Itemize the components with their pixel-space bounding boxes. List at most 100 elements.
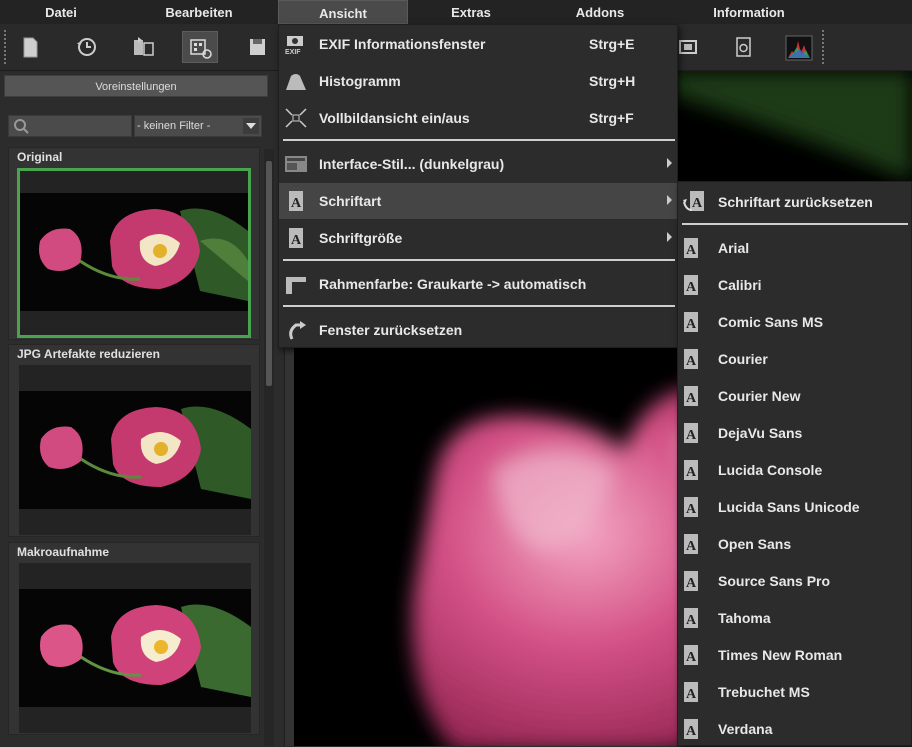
svg-text:A: A: [686, 465, 697, 480]
font-item[interactable]: A Tahoma: [678, 600, 911, 636]
save-icon: [250, 39, 265, 55]
save-button[interactable]: [240, 31, 276, 63]
menu-extras[interactable]: Extras: [411, 0, 531, 24]
reset-arrow-icon: [289, 321, 306, 340]
svg-text:A: A: [686, 391, 697, 406]
font-item[interactable]: A Arial: [678, 230, 911, 266]
histogram-button[interactable]: [780, 31, 816, 63]
font-item[interactable]: A Trebuchet MS: [678, 674, 911, 710]
compare-button[interactable]: [124, 31, 160, 63]
ansicht-dropdown-menu: EXIF EXIF Informationsfenster Strg+E His…: [278, 24, 678, 348]
menu-bearbeiten[interactable]: Bearbeiten: [139, 0, 259, 24]
menu-item-exif[interactable]: EXIF EXIF Informationsfenster Strg+E: [279, 26, 677, 62]
font-item[interactable]: A Lucida Sans Unicode: [678, 489, 911, 525]
menu-item-rahmenfarbe[interactable]: Rahmenfarbe: Graukarte -> automatisch: [279, 266, 677, 302]
font-item-label: Arial: [718, 240, 750, 256]
menu-addons[interactable]: Addons: [540, 0, 660, 24]
menu-item-schriftart[interactable]: A Schriftart: [279, 183, 677, 219]
font-icon: A: [684, 238, 698, 258]
toolbar-separator: [4, 30, 6, 64]
font-item-label: Lucida Console: [718, 462, 823, 478]
svg-text:A: A: [686, 354, 697, 369]
menu-information[interactable]: Information: [686, 0, 812, 24]
presets-icon: [190, 39, 212, 59]
svg-text:A: A: [686, 687, 697, 702]
frame-color-icon: [286, 277, 306, 294]
search-icon: [14, 119, 29, 134]
menu-item-fenster-zuruecksetzen[interactable]: Fenster zurücksetzen: [279, 312, 677, 348]
font-item[interactable]: A Source Sans Pro: [678, 563, 911, 599]
font-icon: A: [289, 191, 303, 211]
menu-item-shortcut: Strg+H: [589, 73, 636, 89]
font-item[interactable]: A Open Sans: [678, 526, 911, 562]
font-item-label: Courier: [718, 351, 768, 367]
font-icon: A: [684, 460, 698, 480]
menu-bar: Datei Bearbeiten Ansicht Extras Addons I…: [0, 0, 912, 25]
font-item[interactable]: A Courier New: [678, 378, 911, 414]
font-reset-icon: A: [683, 191, 704, 211]
chevron-down-icon: [243, 118, 259, 134]
font-reset-item[interactable]: A Schriftart zurücksetzen: [678, 184, 911, 220]
fullscreen-icon: [285, 108, 307, 128]
scrollbar-thumb[interactable]: [266, 161, 272, 386]
menu-item-label: Fenster zurücksetzen: [319, 322, 463, 338]
font-item-label: Verdana: [718, 721, 773, 737]
presets-header-button[interactable]: Voreinstellungen: [4, 75, 268, 97]
font-icon: A: [684, 608, 698, 628]
presets-button-toolbar[interactable]: [182, 31, 218, 63]
preset-search-input[interactable]: [8, 115, 132, 137]
menu-ansicht[interactable]: Ansicht: [278, 0, 408, 24]
font-item-label: Courier New: [718, 388, 801, 404]
menu-item-interface-stil[interactable]: Interface-Stil... (dunkelgrau): [279, 146, 677, 182]
svg-text:A: A: [686, 724, 697, 739]
menu-item-label: Vollbildansicht ein/aus: [319, 110, 470, 126]
svg-text:A: A: [686, 317, 697, 332]
submenu-arrow-icon: [667, 195, 672, 205]
font-item-label: Lucida Sans Unicode: [718, 499, 860, 515]
info-button[interactable]: [726, 31, 762, 63]
svg-text:A: A: [686, 280, 697, 295]
font-item-label: Source Sans Pro: [718, 573, 831, 589]
preset-title: JPG Artefakte reduzieren: [17, 347, 160, 361]
font-size-icon: A: [289, 228, 303, 248]
font-icon: A: [684, 497, 698, 517]
menu-item-shortcut: Strg+F: [589, 110, 634, 126]
font-item-label: Open Sans: [718, 536, 792, 552]
font-icon: A: [684, 423, 698, 443]
preset-filter-select[interactable]: - keinen Filter -: [134, 115, 262, 137]
font-icon: A: [684, 571, 698, 591]
preset-card-original[interactable]: Original: [8, 147, 260, 340]
histogram-icon: [785, 35, 813, 61]
font-item[interactable]: A Courier: [678, 341, 911, 377]
font-item[interactable]: A Verdana: [678, 711, 911, 747]
font-item-label: Calibri: [718, 277, 762, 293]
new-document-button[interactable]: [12, 31, 48, 63]
preset-thumbnail: [19, 563, 251, 733]
svg-text:EXIF: EXIF: [285, 49, 301, 55]
menu-item-label: EXIF Informationsfenster: [319, 36, 486, 52]
preset-scrollbar[interactable]: [264, 149, 274, 746]
font-icon: A: [684, 275, 698, 295]
font-item[interactable]: A Times New Roman: [678, 637, 911, 673]
menu-item-vollbild[interactable]: Vollbildansicht ein/aus Strg+F: [279, 100, 677, 136]
font-item[interactable]: A Lucida Console: [678, 452, 911, 488]
menu-datei[interactable]: Datei: [0, 0, 122, 24]
menu-item-histogramm[interactable]: Histogramm Strg+H: [279, 63, 677, 99]
history-button[interactable]: [68, 31, 104, 63]
menu-separator: [283, 139, 675, 141]
preset-card-jpg-artefakte[interactable]: JPG Artefakte reduzieren: [8, 344, 260, 537]
submenu-arrow-icon: [667, 158, 672, 168]
svg-text:A: A: [686, 243, 697, 258]
menu-item-schriftgroesse[interactable]: A Schriftgröße: [279, 220, 677, 256]
font-item[interactable]: A DejaVu Sans: [678, 415, 911, 451]
preset-card-makroaufnahme[interactable]: Makroaufnahme: [8, 542, 260, 735]
font-item[interactable]: A Comic Sans MS: [678, 304, 911, 340]
toolbar-separator: [822, 30, 824, 64]
font-icon: A: [684, 386, 698, 406]
compare-icon: [134, 37, 154, 56]
font-item[interactable]: A Calibri: [678, 267, 911, 303]
font-item-label: Comic Sans MS: [718, 314, 824, 330]
svg-text:A: A: [291, 233, 302, 248]
svg-text:A: A: [686, 428, 697, 443]
submenu-arrow-icon: [667, 232, 672, 242]
